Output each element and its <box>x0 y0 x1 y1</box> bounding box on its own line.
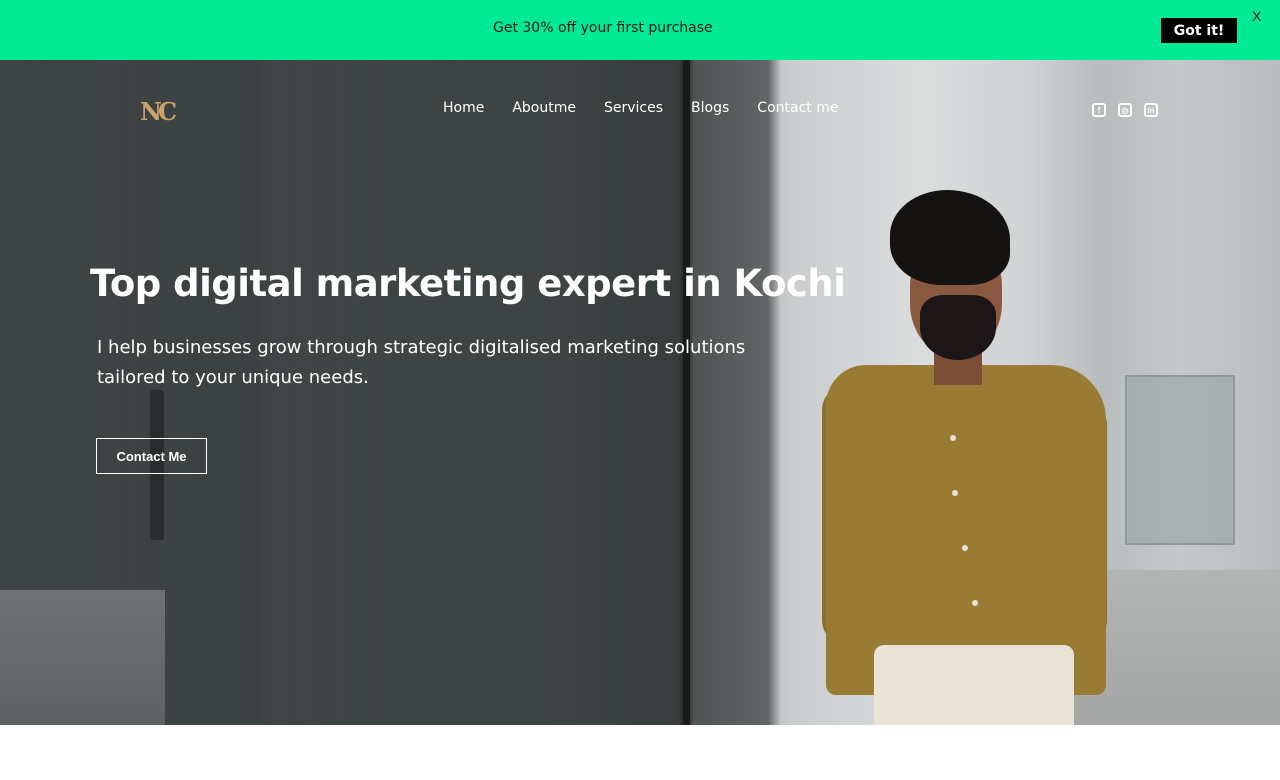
contact-me-button[interactable]: Contact Me <box>96 438 207 474</box>
nav-services[interactable]: Services <box>604 100 663 116</box>
hero-portrait <box>822 190 1112 725</box>
shirt-button <box>972 600 978 606</box>
hero-bg-panel <box>0 590 165 725</box>
shirt-button <box>950 435 956 441</box>
linkedin-icon[interactable]: in <box>1144 103 1158 117</box>
main-nav: Home Aboutme Services Blogs Contact me <box>443 100 838 116</box>
hero-bg-window <box>1125 375 1235 545</box>
promo-close-button[interactable]: X <box>1252 8 1261 24</box>
portrait-beard <box>920 295 996 360</box>
promo-text: Get 30% off your first purchase <box>493 20 713 36</box>
shirt-button <box>952 490 958 496</box>
social-links: f ◎ in <box>1092 103 1158 117</box>
instagram-icon[interactable]: ◎ <box>1118 103 1132 117</box>
promo-banner: Get 30% off your first purchase Got it! … <box>0 0 1280 60</box>
nav-blogs[interactable]: Blogs <box>691 100 729 116</box>
shirt-button <box>977 655 983 661</box>
nav-aboutme[interactable]: Aboutme <box>512 100 576 116</box>
promo-dismiss-button[interactable]: Got it! <box>1161 18 1237 43</box>
shirt-button <box>962 545 968 551</box>
hero-title: Top digital marketing expert in Kochi <box>90 262 846 305</box>
facebook-icon[interactable]: f <box>1092 103 1106 117</box>
nav-contact[interactable]: Contact me <box>757 100 838 116</box>
site-logo[interactable]: NC <box>140 97 177 126</box>
portrait-trousers <box>874 645 1074 725</box>
nav-home[interactable]: Home <box>443 100 484 116</box>
portrait-hair <box>890 190 1010 285</box>
hero-subtitle: I help businesses grow through strategic… <box>97 337 746 388</box>
